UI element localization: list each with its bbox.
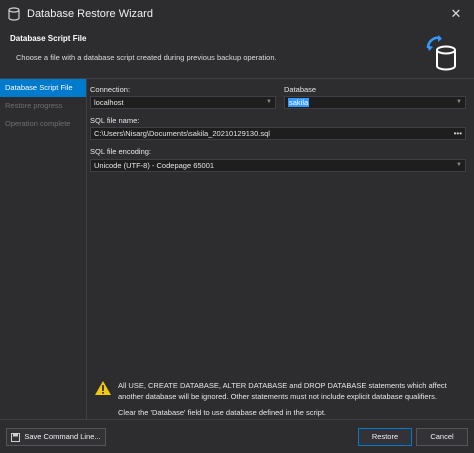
wizard-header: Database Script File Choose a file with … [0,28,474,78]
connection-value: localhost [94,98,124,107]
wizard-footer: Save Command Line... Restore Cancel [0,419,474,453]
database-restore-icon [426,35,456,71]
close-icon[interactable]: ✕ [448,6,464,22]
database-value: sakila [288,98,310,107]
connection-select[interactable]: localhost ▼ [90,96,276,109]
page-subtitle: Choose a file with a database script cre… [16,53,277,62]
chevron-down-icon: ▼ [456,99,462,105]
chevron-down-icon: ▼ [266,99,272,105]
database-select[interactable]: sakila ▼ [284,96,466,109]
title-bar: Database Restore Wizard ✕ [0,0,474,28]
restore-button[interactable]: Restore [358,428,412,446]
warning-icon [95,381,111,395]
warning-text: All USE, CREATE DATABASE, ALTER DATABASE… [118,381,447,401]
warning-hint: Clear the 'Database' field to use databa… [118,408,326,417]
wizard-content: Connection: localhost ▼ Database sakila … [88,79,472,419]
browse-button[interactable]: ••• [454,128,462,139]
cancel-button[interactable]: Cancel [416,428,468,446]
step-database-script-file[interactable]: Database Script File [0,79,86,97]
wizard-steps: Database Script File Restore progress Op… [0,79,87,419]
sql-file-input[interactable]: C:\Users\Nisarg\Documents\sakila_2021012… [90,127,466,140]
encoding-label: SQL file encoding: [90,147,152,156]
database-label: Database [284,85,317,94]
step-restore-progress[interactable]: Restore progress [0,97,86,115]
save-command-line-label: Save Command Line... [24,432,101,441]
encoding-value: Unicode (UTF-8) - Codepage 65001 [94,161,215,170]
database-restore-icon [8,7,20,21]
window-title: Database Restore Wizard [27,8,153,20]
save-icon [11,432,21,442]
encoding-select[interactable]: Unicode (UTF-8) - Codepage 65001 ▼ [90,159,466,172]
step-operation-complete[interactable]: Operation complete [0,115,86,133]
sql-file-label: SQL file name: [90,116,140,125]
sql-file-value: C:\Users\Nisarg\Documents\sakila_2021012… [94,129,270,138]
page-title: Database Script File [10,34,87,43]
connection-label: Connection: [90,85,131,94]
save-command-line-button[interactable]: Save Command Line... [6,428,106,446]
chevron-down-icon: ▼ [456,162,462,168]
